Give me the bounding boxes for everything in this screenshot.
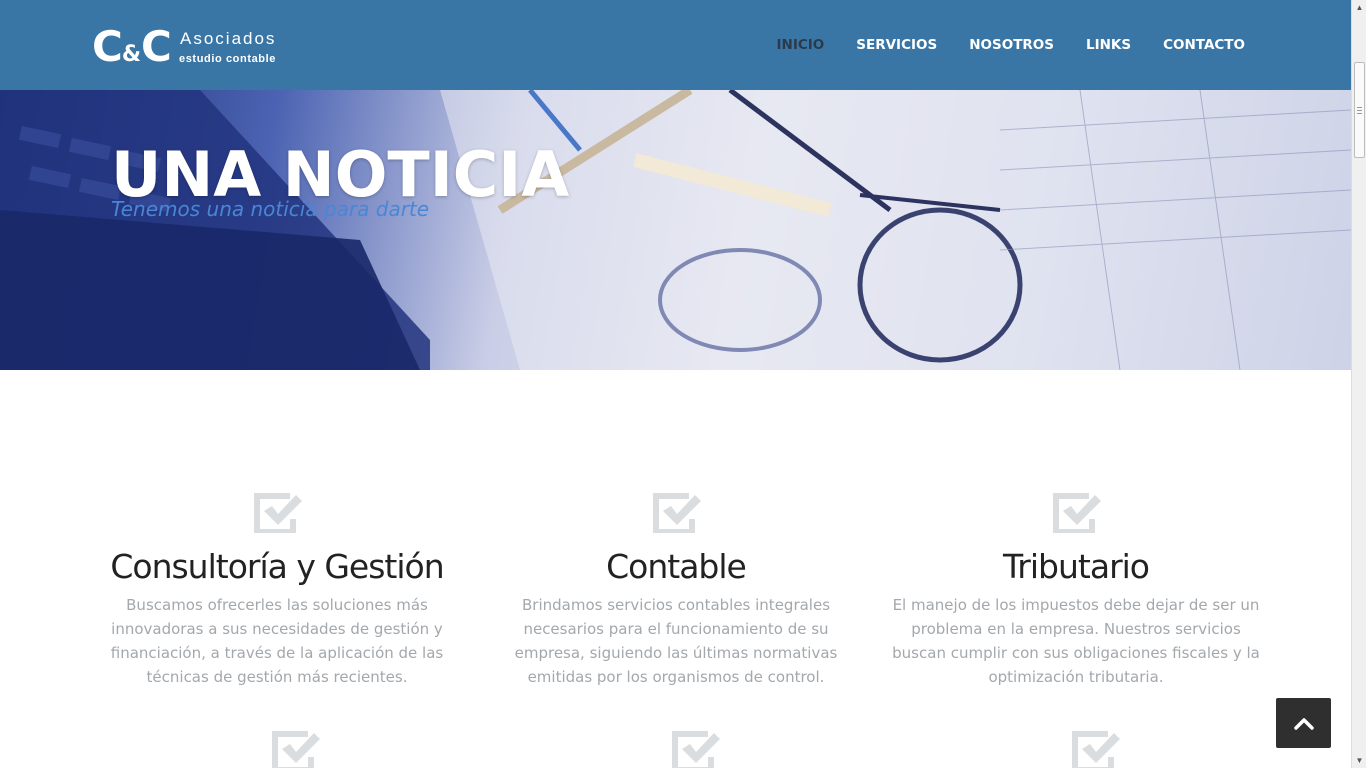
checkbox-check-icon <box>272 731 320 768</box>
checkbox-check-icon <box>672 731 720 768</box>
service-tributario: Tributario El manejo de los impuestos de… <box>890 489 1262 689</box>
site-header: C&C Asociados estudio contable INICIO SE… <box>0 0 1351 90</box>
logo-mark: C&C <box>92 22 172 71</box>
checkbox-check-icon <box>1072 731 1120 768</box>
nav-item-contacto[interactable]: CONTACTO <box>1163 37 1245 53</box>
service-description: El manejo de los impuestos debe dejar de… <box>892 596 1260 686</box>
hero-banner: UNA NOTICIA Tenemos una noticia para dar… <box>0 90 1351 370</box>
service-consultoria: Consultoría y Gestión Buscamos ofrecerle… <box>91 489 463 689</box>
hero-background-image <box>0 90 1351 370</box>
nav-item-links[interactable]: LINKS <box>1086 37 1131 53</box>
page-scrollbar[interactable]: ▲ ▼ <box>1351 0 1366 768</box>
logo-title: Asociados <box>180 29 277 48</box>
chevron-up-icon <box>1293 718 1314 730</box>
checkbox-check-icon <box>1053 493 1101 533</box>
service-description: Buscamos ofrecerles las soluciones más i… <box>110 596 444 686</box>
nav-item-nosotros[interactable]: NOSOTROS <box>969 37 1054 53</box>
main-nav: INICIO SERVICIOS NOSOTROS LINKS CONTACTO <box>745 0 1246 90</box>
logo-subtitle: estudio contable <box>179 53 276 65</box>
back-to-top-button[interactable] <box>1276 698 1331 748</box>
nav-item-servicios[interactable]: SERVICIOS <box>856 37 937 53</box>
checkbox-check-icon <box>653 493 701 533</box>
service-contable: Contable Brindamos servicios contables i… <box>490 489 862 689</box>
service-title: Tributario <box>1003 547 1150 586</box>
service-title: Consultoría y Gestión <box>110 547 444 586</box>
checkbox-check-icon <box>254 493 302 533</box>
scroll-thumb[interactable] <box>1354 62 1365 158</box>
service-title: Contable <box>606 547 747 586</box>
nav-item-inicio[interactable]: INICIO <box>777 37 825 53</box>
scroll-down-arrow-icon[interactable]: ▼ <box>1352 753 1366 768</box>
hero-subtitle: Tenemos una noticia para darte <box>111 197 430 221</box>
service-description: Brindamos servicios contables integrales… <box>514 596 838 686</box>
scroll-up-arrow-icon[interactable]: ▲ <box>1352 0 1366 15</box>
